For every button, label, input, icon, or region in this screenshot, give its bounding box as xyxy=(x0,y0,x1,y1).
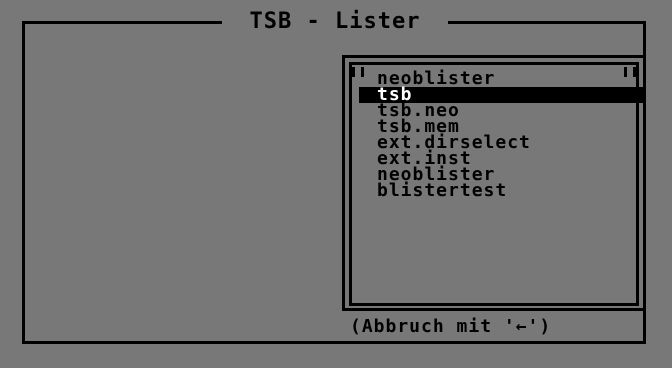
window-title: TSB - Lister xyxy=(249,9,421,34)
lister-screen: TSB - Lister neoblister tsb tsb.neo tsb.… xyxy=(0,0,672,368)
window-title-area: TSB - Lister xyxy=(222,10,448,34)
file-list[interactable]: neoblister tsb tsb.neo tsb.mem ext.dirse… xyxy=(359,70,645,200)
cancel-hint: (Abbruch mit '←') xyxy=(350,317,552,337)
file-list-panel[interactable]: neoblister tsb tsb.neo tsb.mem ext.dirse… xyxy=(342,55,646,311)
file-list-box[interactable]: neoblister tsb tsb.neo tsb.mem ext.dirse… xyxy=(349,62,645,306)
list-item-blistertest[interactable]: blistertest xyxy=(359,182,645,200)
